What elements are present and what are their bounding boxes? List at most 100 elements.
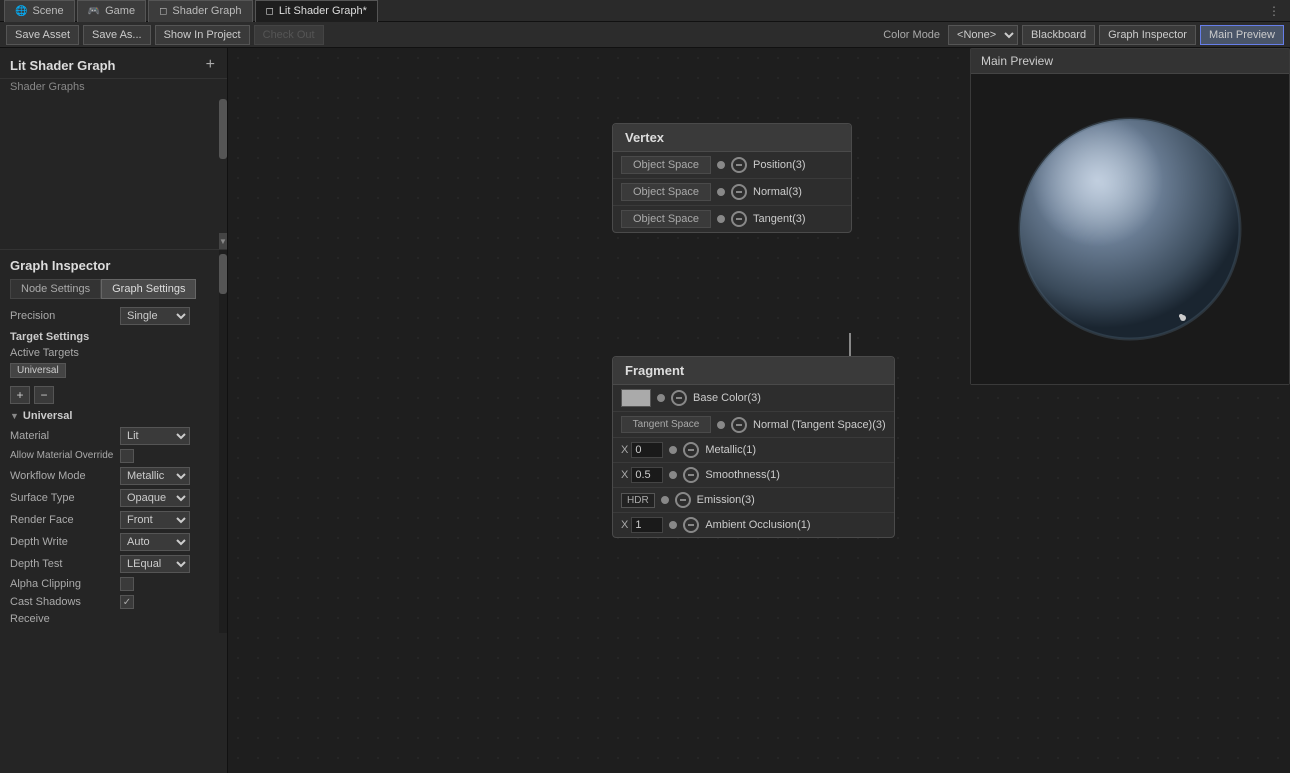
vertex-normal-label: Object Space <box>621 183 711 201</box>
alpha-clipping-label: Alpha Clipping <box>10 578 120 590</box>
vertex-tangent-label: Object Space <box>621 210 711 228</box>
depth-test-row: Depth Test LEqual <box>10 555 217 573</box>
add-target-button[interactable]: + <box>10 386 30 404</box>
shader-graphs-header: Lit Shader Graph + <box>0 48 227 79</box>
save-as-button[interactable]: Save As... <box>83 25 151 45</box>
vertex-tangent-connector-inner <box>736 218 742 220</box>
depth-test-select[interactable]: LEqual <box>120 555 190 573</box>
expand-icon: ▼ <box>10 411 19 421</box>
depth-write-label: Depth Write <box>10 536 120 548</box>
precision-select[interactable]: Single <box>120 307 190 325</box>
alpha-clipping-row: Alpha Clipping <box>10 577 217 591</box>
remove-target-button[interactable]: − <box>34 386 54 404</box>
fragment-emission-connector-inner <box>680 499 686 501</box>
graph-canvas[interactable]: Vertex Object Space Position(3) Object S… <box>228 48 1290 773</box>
main-preview-button[interactable]: Main Preview <box>1200 25 1284 45</box>
tab-overflow-btn[interactable]: ⋮ <box>1262 4 1286 18</box>
smoothness-input[interactable] <box>631 467 663 483</box>
fragment-metallic-name: Metallic(1) <box>705 444 885 456</box>
cast-shadows-checkbox[interactable]: ✓ <box>120 595 134 609</box>
alpha-clipping-checkbox[interactable] <box>120 577 134 591</box>
smoothness-value: X <box>621 467 663 483</box>
depth-write-select[interactable]: Auto <box>120 533 190 551</box>
fragment-smoothness-connector-inner <box>688 474 694 476</box>
add-shader-graph-button[interactable]: + <box>204 56 217 74</box>
main-layout: Lit Shader Graph + Shader Graphs ▼ Graph… <box>0 48 1290 773</box>
metallic-input[interactable] <box>631 442 663 458</box>
material-label: Material <box>10 430 120 442</box>
inspector-scrollbar[interactable] <box>219 250 227 633</box>
hdr-badge[interactable]: HDR <box>621 493 655 508</box>
universal-section: ▼ Universal Material Lit Allow Material … <box>10 410 217 625</box>
graph-inspector-title: Graph Inspector <box>10 258 217 273</box>
allow-override-checkbox[interactable] <box>120 449 134 463</box>
receive-label: Receive <box>10 613 120 625</box>
vertex-tangent-dot <box>717 215 725 223</box>
workflow-select[interactable]: Metallic <box>120 467 190 485</box>
render-face-label: Render Face <box>10 514 120 526</box>
preview-panel: Main Preview <box>970 48 1290 385</box>
show-in-project-button[interactable]: Show In Project <box>155 25 250 45</box>
tab-lit-shader-graph-label: Lit Shader Graph* <box>279 5 367 17</box>
precision-row: Precision Single <box>10 307 217 325</box>
inspector-tabs: Node Settings Graph Settings <box>10 279 217 299</box>
fragment-normal-connector <box>731 417 747 433</box>
tab-scene-label: Scene <box>32 5 63 17</box>
fragment-port-smoothness: X Smoothness(1) <box>613 463 894 488</box>
tab-node-settings[interactable]: Node Settings <box>10 279 101 299</box>
scroll-down-btn[interactable]: ▼ <box>219 233 227 249</box>
metallic-x-label: X <box>621 444 628 456</box>
tab-shader-graph[interactable]: ◻ Shader Graph <box>148 0 252 22</box>
graph-inspector-button[interactable]: Graph Inspector <box>1099 25 1196 45</box>
tab-bar: 🌐 Scene 🎮 Game ◻ Shader Graph ◻ Lit Shad… <box>0 0 1290 22</box>
fragment-node-header: Fragment <box>613 357 894 385</box>
tab-game[interactable]: 🎮 Game <box>77 0 146 22</box>
render-face-select[interactable]: Front <box>120 511 190 529</box>
vertex-position-label: Object Space <box>621 156 711 174</box>
universal-chip: Universal <box>10 363 66 378</box>
color-mode-select[interactable]: <None> <box>948 25 1018 45</box>
tab-game-label: Game <box>105 5 135 17</box>
material-select[interactable]: Lit <box>120 427 190 445</box>
tab-lit-shader-graph[interactable]: ◻ Lit Shader Graph* <box>255 0 378 22</box>
fragment-normal-label: Tangent Space <box>621 416 711 433</box>
surface-row: Surface Type Opaque <box>10 489 217 507</box>
fragment-basecolor-connector <box>671 390 687 406</box>
blackboard-button[interactable]: Blackboard <box>1022 25 1095 45</box>
tab-graph-settings[interactable]: Graph Settings <box>101 279 196 299</box>
fragment-normal-name: Normal (Tangent Space)(3) <box>753 419 886 431</box>
target-settings-title: Target Settings <box>10 331 217 343</box>
vertex-tangent-connector <box>731 211 747 227</box>
targets-btn-row: + − <box>10 386 217 404</box>
base-color-swatch[interactable] <box>621 389 651 407</box>
shader-graph-icon: ◻ <box>159 6 167 17</box>
graph-inspector-panel: Graph Inspector Node Settings Graph Sett… <box>0 249 227 633</box>
fragment-basecolor-dot <box>657 394 665 402</box>
vertex-port-tangent: Object Space Tangent(3) <box>613 206 851 232</box>
surface-select[interactable]: Opaque <box>120 489 190 507</box>
shader-graphs-sublabel: Shader Graphs <box>0 79 227 99</box>
tab-scene[interactable]: 🌐 Scene <box>4 0 75 22</box>
metallic-value: X <box>621 442 663 458</box>
inspector-scrollbar-thumb[interactable] <box>219 254 227 294</box>
cast-shadows-label: Cast Shadows <box>10 596 120 608</box>
ao-input[interactable] <box>631 517 663 533</box>
check-out-button[interactable]: Check Out <box>254 25 324 45</box>
fragment-emission-connector <box>675 492 691 508</box>
save-asset-button[interactable]: Save Asset <box>6 25 79 45</box>
preview-canvas <box>971 74 1289 384</box>
fragment-normal-connector-inner <box>736 424 742 426</box>
cast-shadows-row: Cast Shadows ✓ <box>10 595 217 609</box>
color-mode-label: Color Mode <box>883 29 940 41</box>
fragment-emission-dot <box>661 496 669 504</box>
tab-shader-graph-label: Shader Graph <box>172 5 241 17</box>
vertex-port-position: Object Space Position(3) <box>613 152 851 179</box>
fragment-smoothness-name: Smoothness(1) <box>705 469 885 481</box>
shader-graphs-scroll[interactable]: ▼ <box>0 99 227 249</box>
smoothness-x-label: X <box>621 469 628 481</box>
universal-section-header: ▼ Universal <box>10 410 217 422</box>
fragment-ao-name: Ambient Occlusion(1) <box>705 519 885 531</box>
game-icon: 🎮 <box>88 6 100 17</box>
cursor-indicator <box>1176 311 1186 321</box>
scroll-thumb[interactable] <box>219 99 227 159</box>
